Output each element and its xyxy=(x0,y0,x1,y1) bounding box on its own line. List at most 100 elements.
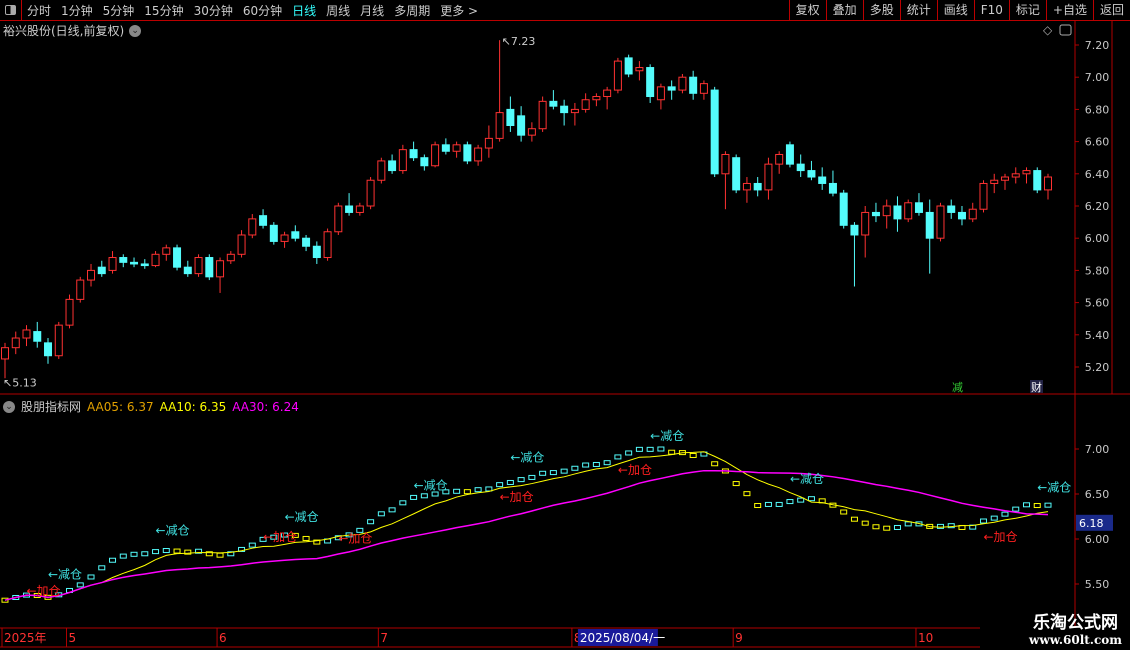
candle-body xyxy=(54,324,63,357)
candle-body xyxy=(377,160,386,181)
chevron-down-icon[interactable]: ⌄ xyxy=(3,400,15,413)
signal-annotation: ←减仓 xyxy=(414,479,448,493)
candle-body xyxy=(581,99,590,110)
panel-toggle-icon[interactable] xyxy=(1059,24,1072,36)
ytick-label: 5.80 xyxy=(1085,264,1110,277)
aa05-block xyxy=(420,493,428,499)
ind-ytick-label: 6.50 xyxy=(1085,488,1110,501)
candle-body xyxy=(818,176,827,184)
aa05-block xyxy=(410,494,418,500)
aa05-block xyxy=(786,499,794,505)
candle-body xyxy=(1033,170,1042,191)
candle-body xyxy=(22,329,31,339)
candle-body xyxy=(968,208,977,220)
aa05-block xyxy=(399,500,407,506)
candle-body xyxy=(742,182,751,191)
candle-body xyxy=(721,153,730,175)
kline-chart[interactable]: ◇ 5.20 5.40 5.60 5.80 6.00 6.20 6.40 6.60 6.80 7.0… xyxy=(0,0,1130,650)
candle-body xyxy=(194,257,203,275)
signal-annotation: ←减仓 xyxy=(285,510,319,524)
aa05-block xyxy=(98,565,106,571)
signal-annotation: ←加仓 xyxy=(338,532,372,546)
aa05-block xyxy=(1012,506,1020,512)
candle-body xyxy=(1011,173,1020,178)
aa05-block xyxy=(861,520,869,526)
aa05-block xyxy=(582,462,590,468)
aa05-block xyxy=(603,460,611,466)
aa05-block xyxy=(528,474,536,480)
candle-body xyxy=(796,163,805,172)
aa05-block xyxy=(797,497,805,503)
ytick-label: 5.20 xyxy=(1085,361,1110,374)
ytick-label: 6.20 xyxy=(1085,200,1110,213)
candle-body xyxy=(312,245,321,259)
candle-body xyxy=(624,57,633,75)
signal-annotation: ←减仓 xyxy=(1037,480,1071,494)
candle-body xyxy=(914,202,923,213)
aa05-block xyxy=(807,496,815,502)
candle-body xyxy=(592,96,601,101)
candle-body xyxy=(517,115,526,136)
aa05-block xyxy=(1022,502,1030,508)
candle-body xyxy=(474,147,483,162)
candle-body xyxy=(613,60,622,91)
candle-body xyxy=(990,179,999,184)
aa05-block xyxy=(893,524,901,530)
signal-annotation: ←减仓 xyxy=(790,472,824,486)
candle-body xyxy=(441,144,450,152)
aa05-block xyxy=(87,574,95,580)
aa05-block xyxy=(689,452,697,458)
aa05-block xyxy=(904,521,912,527)
candle-body xyxy=(173,247,182,268)
candle-body xyxy=(871,211,880,217)
aa05-block xyxy=(657,446,665,452)
candle-body xyxy=(119,257,128,263)
candle-body xyxy=(302,237,311,247)
event-marker[interactable]: 财 xyxy=(1031,380,1042,394)
aa05-block xyxy=(775,501,783,507)
aa05-block xyxy=(571,465,579,471)
candle-body xyxy=(635,67,644,72)
signal-annotation: ←减仓 xyxy=(156,524,190,538)
candle-body xyxy=(409,149,418,159)
candle-body xyxy=(807,170,816,178)
current-value: 6.18 xyxy=(1079,517,1104,530)
candle-body xyxy=(925,211,934,239)
candle-body xyxy=(248,218,257,236)
aa05-block xyxy=(474,487,482,493)
ind-ytick-label: 5.50 xyxy=(1085,578,1110,591)
aa05-block xyxy=(377,511,385,517)
candle-body xyxy=(603,89,612,98)
candle-body xyxy=(560,105,569,114)
candle-body xyxy=(538,100,547,130)
candle-body xyxy=(506,108,515,127)
signal-annotation: ←减仓 xyxy=(650,429,684,443)
aa05-block xyxy=(979,518,987,524)
candle-body xyxy=(850,224,859,236)
candle-body xyxy=(667,86,676,91)
candle-body xyxy=(366,179,375,207)
aa05-block xyxy=(367,519,375,525)
aa05-block xyxy=(517,477,525,483)
candle-body xyxy=(345,205,354,213)
candle-body xyxy=(205,257,214,278)
signal-annotation: ←加仓 xyxy=(983,530,1017,544)
candle-body xyxy=(1044,176,1052,191)
aa05-block xyxy=(850,516,858,522)
aa05-block xyxy=(840,509,848,515)
candle-body xyxy=(656,86,665,101)
diamond-icon[interactable]: ◇ xyxy=(1043,23,1053,37)
candle-body xyxy=(904,202,913,220)
aa05-block xyxy=(646,446,654,452)
candle-body xyxy=(162,247,171,255)
watermark: 乐淘公式网 www.60lt.com xyxy=(1029,608,1122,647)
event-marker[interactable]: 减 xyxy=(952,381,963,394)
high-label: ↖7.23 xyxy=(502,35,536,48)
aa05-block xyxy=(1001,511,1009,517)
aa05-block xyxy=(614,454,622,460)
indicator-name[interactable]: 股朋指标网 xyxy=(21,398,81,415)
cursor-date: 2025/08/04/一 xyxy=(580,631,665,645)
ind-ytick-label: 7.00 xyxy=(1085,443,1110,456)
candle-body xyxy=(1000,176,1009,181)
candle-body xyxy=(108,257,117,271)
